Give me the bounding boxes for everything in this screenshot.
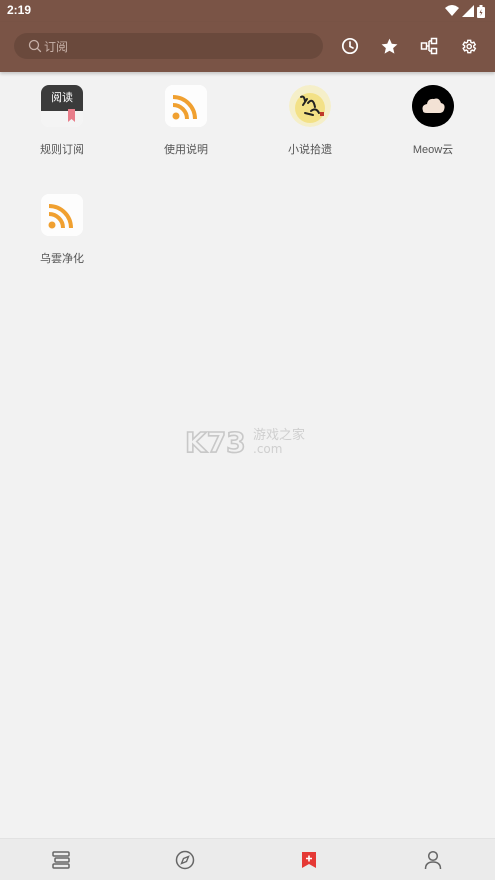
source-item[interactable]: 小说拾遗 xyxy=(260,72,360,162)
search-input[interactable]: 订阅 xyxy=(14,33,323,59)
nav-bookshelf[interactable] xyxy=(50,849,72,871)
group-icon xyxy=(420,37,438,55)
favorites-button[interactable] xyxy=(378,35,400,57)
nav-explore[interactable] xyxy=(174,849,196,871)
rss-icon xyxy=(41,194,83,236)
battery-icon xyxy=(477,4,485,18)
bottom-navigation xyxy=(0,838,495,880)
source-label: Meow云 xyxy=(412,144,454,156)
toolbar: 订阅 xyxy=(0,22,495,72)
watermark-logo: K73 游戏之家 .com xyxy=(184,422,315,462)
watermark-text: 游戏之家 xyxy=(253,427,305,443)
watermark-brand: K73 xyxy=(185,426,246,459)
source-item[interactable]: 阅读 规则订阅 xyxy=(12,72,112,162)
subscription-icon xyxy=(302,852,316,868)
status-bar: 2:19 xyxy=(0,0,495,22)
cloud-icon xyxy=(412,85,454,127)
watermark-domain: .com xyxy=(253,442,282,456)
status-icons xyxy=(445,4,485,18)
star-icon xyxy=(381,38,397,54)
source-label: 小说拾遗 xyxy=(288,144,332,156)
nav-profile[interactable] xyxy=(422,849,444,871)
calligraphy-icon xyxy=(289,85,331,127)
settings-button[interactable] xyxy=(457,35,479,57)
history-icon xyxy=(341,37,359,55)
rss-icon xyxy=(165,85,207,127)
bookshelf-icon xyxy=(52,851,70,869)
group-button[interactable] xyxy=(418,35,440,57)
source-label: 规则订阅 xyxy=(40,144,84,156)
search-placeholder: 订阅 xyxy=(44,40,69,54)
source-label: 乌雲净化 xyxy=(40,253,84,265)
source-label: 使用说明 xyxy=(164,144,208,156)
search-icon xyxy=(28,39,42,53)
source-item[interactable]: Meow云 xyxy=(383,72,483,162)
wifi-icon xyxy=(445,5,459,16)
nav-subscription[interactable] xyxy=(298,849,320,871)
status-time: 2:19 xyxy=(7,3,32,17)
reading-app-icon: 阅读 xyxy=(41,85,83,127)
history-button[interactable] xyxy=(339,35,361,57)
explore-icon xyxy=(175,850,195,870)
source-item[interactable]: 使用说明 xyxy=(136,72,236,162)
settings-icon xyxy=(461,39,476,53)
reading-icon-text: 阅读 xyxy=(51,90,73,104)
source-item[interactable]: 乌雲净化 xyxy=(12,181,112,271)
signal-icon xyxy=(462,5,474,17)
profile-icon xyxy=(424,850,442,870)
